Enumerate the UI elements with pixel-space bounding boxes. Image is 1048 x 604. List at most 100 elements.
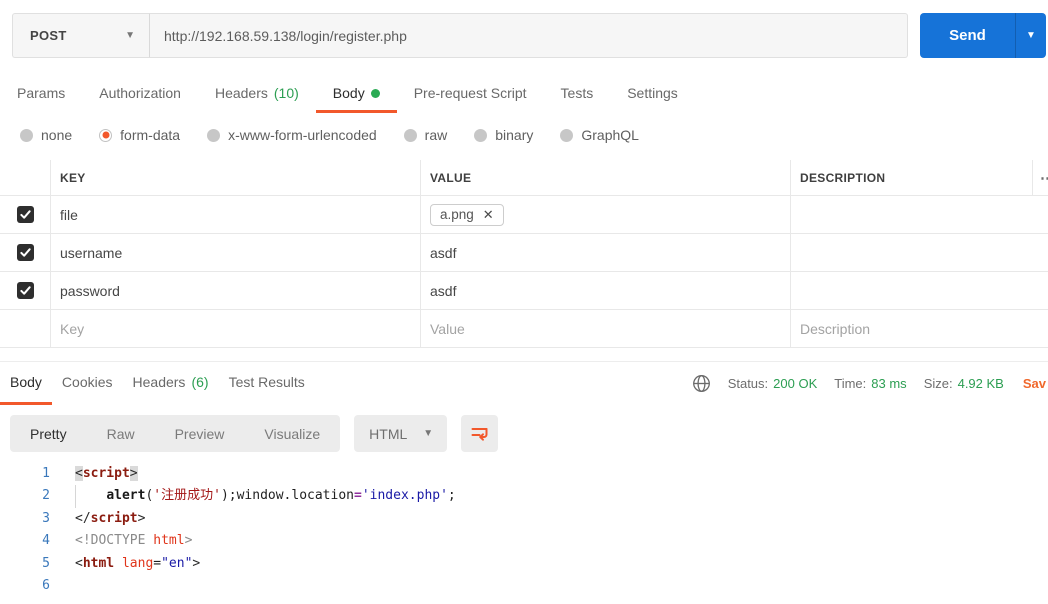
view-visualize[interactable]: Visualize — [244, 415, 340, 452]
method-dropdown[interactable]: POST ▼ — [12, 13, 150, 58]
description-cell[interactable]: Description — [790, 310, 1032, 347]
table-row-empty: Key Value Description — [0, 310, 1048, 348]
chevron-down-icon: ▼ — [125, 29, 135, 41]
url-input[interactable]: http://192.168.59.138/login/register.php — [150, 13, 908, 58]
value-cell[interactable]: asdf — [420, 272, 790, 309]
tab-label: Cookies — [61, 374, 113, 390]
key-cell[interactable]: Key — [50, 310, 420, 347]
description-cell[interactable] — [790, 272, 1032, 309]
checkbox-checked[interactable] — [16, 282, 34, 299]
seg-label: Pretty — [30, 425, 67, 442]
tab-response-body[interactable]: Body — [0, 362, 52, 405]
tab-settings[interactable]: Settings — [610, 76, 695, 113]
radio-binary[interactable]: binary — [474, 127, 533, 143]
code-token: "en" — [161, 555, 193, 571]
file-chip: a.png ✕ — [430, 203, 504, 226]
tab-label: Body — [10, 374, 42, 390]
tab-count: (6) — [191, 374, 209, 390]
response-section: Body Cookies Headers (6) Test Results St… — [0, 361, 1048, 597]
header-extra-cell: ⋯ — [1032, 160, 1048, 195]
key-cell[interactable]: file — [50, 196, 420, 233]
format-value: HTML — [369, 425, 408, 442]
radio-label: raw — [424, 127, 448, 143]
value-placeholder: Value — [430, 320, 465, 337]
key-text: file — [60, 206, 78, 223]
radio-form-data[interactable]: form-data — [99, 127, 180, 143]
seg-label: Preview — [174, 425, 225, 442]
tab-authorization[interactable]: Authorization — [82, 76, 198, 113]
globe-icon[interactable] — [692, 374, 711, 393]
key-column-header: KEY — [50, 160, 420, 195]
table-header-row: KEY VALUE DESCRIPTION ⋯ — [0, 160, 1048, 196]
more-options-icon[interactable]: ⋯ — [1040, 169, 1048, 187]
status-label: Status: — [727, 376, 769, 391]
check-icon — [19, 248, 31, 257]
radio-graphql[interactable]: GraphQL — [560, 127, 639, 143]
description-cell[interactable] — [790, 196, 1032, 233]
time-label: Time: — [834, 376, 867, 391]
method-value: POST — [30, 28, 67, 43]
time-badge: Time: 83 ms — [834, 376, 906, 391]
value-text: asdf — [430, 244, 457, 261]
save-response-button[interactable]: Sav — [1023, 376, 1046, 391]
code-token: > — [184, 533, 193, 549]
request-tabs: Params Authorization Headers (10) Body P… — [0, 76, 1048, 113]
wrap-lines-button[interactable] — [461, 415, 499, 452]
status-value: 200 OK — [773, 376, 818, 391]
code-line-content: <html lang="en"> — [75, 553, 200, 575]
radio-raw[interactable]: raw — [403, 127, 448, 143]
checkbox-checked[interactable] — [16, 244, 34, 261]
body-mode-row: none form-data x-www-form-urlencoded raw… — [0, 113, 1048, 157]
tab-response-headers[interactable]: Headers (6) — [123, 362, 219, 405]
checkbox-column-header — [0, 160, 50, 195]
value-cell[interactable]: Value — [420, 310, 790, 347]
tab-label: Body — [332, 85, 365, 101]
tab-params[interactable]: Params — [0, 76, 82, 113]
url-text: http://192.168.59.138/login/register.php — [164, 27, 407, 44]
checkbox-checked[interactable] — [16, 206, 34, 223]
key-cell[interactable]: password — [50, 272, 420, 309]
tab-body[interactable]: Body — [315, 76, 397, 113]
chevron-down-icon: ▼ — [1026, 29, 1036, 41]
check-icon — [19, 286, 31, 295]
response-view-bar: Pretty Raw Preview Visualize HTML ▼ — [10, 415, 1048, 452]
tab-pre-request-script[interactable]: Pre-request Script — [397, 76, 544, 113]
view-raw[interactable]: Raw — [87, 415, 155, 452]
response-meta: Status: 200 OK Time: 83 ms Size: 4.92 KB… — [692, 362, 1048, 405]
response-code-viewer[interactable]: 1 <script> 2 alert('注册成功');window.location… — [0, 463, 1048, 597]
value-cell[interactable]: asdf — [420, 234, 790, 271]
code-token: = — [153, 555, 162, 571]
view-pretty[interactable]: Pretty — [10, 415, 87, 452]
extra-cell — [1032, 310, 1048, 347]
tab-tests[interactable]: Tests — [544, 76, 611, 113]
description-cell[interactable] — [790, 234, 1032, 271]
extra-cell — [1032, 272, 1048, 309]
tab-label: Params — [17, 85, 66, 101]
tab-headers[interactable]: Headers (10) — [198, 76, 316, 113]
radio-x-www-form-urlencoded[interactable]: x-www-form-urlencoded — [207, 127, 377, 143]
radio-selected-icon — [99, 128, 113, 142]
tab-label: Settings — [627, 85, 678, 101]
tab-cookies[interactable]: Cookies — [52, 362, 123, 405]
tab-label: Headers — [214, 85, 268, 101]
send-label: Send — [949, 27, 986, 44]
tab-test-results[interactable]: Test Results — [219, 362, 315, 405]
remove-file-icon[interactable]: ✕ — [483, 208, 494, 221]
format-dropdown[interactable]: HTML ▼ — [354, 415, 448, 452]
line-number: 5 — [42, 555, 50, 571]
view-preview[interactable]: Preview — [155, 415, 245, 452]
check-icon — [19, 210, 31, 219]
send-options-button[interactable]: ▼ — [1016, 13, 1046, 58]
value-cell[interactable]: a.png ✕ — [420, 196, 790, 233]
size-value: 4.92 KB — [957, 376, 1004, 391]
radio-none[interactable]: none — [20, 127, 72, 143]
key-cell[interactable]: username — [50, 234, 420, 271]
extra-cell — [1032, 234, 1048, 271]
code-line-content: </script> — [75, 508, 145, 530]
send-button[interactable]: Send — [920, 13, 1016, 58]
radio-icon — [207, 128, 221, 142]
code-token: html — [153, 533, 185, 549]
code-token: = — [354, 488, 362, 504]
view-mode-segmented-control: Pretty Raw Preview Visualize — [10, 415, 341, 452]
